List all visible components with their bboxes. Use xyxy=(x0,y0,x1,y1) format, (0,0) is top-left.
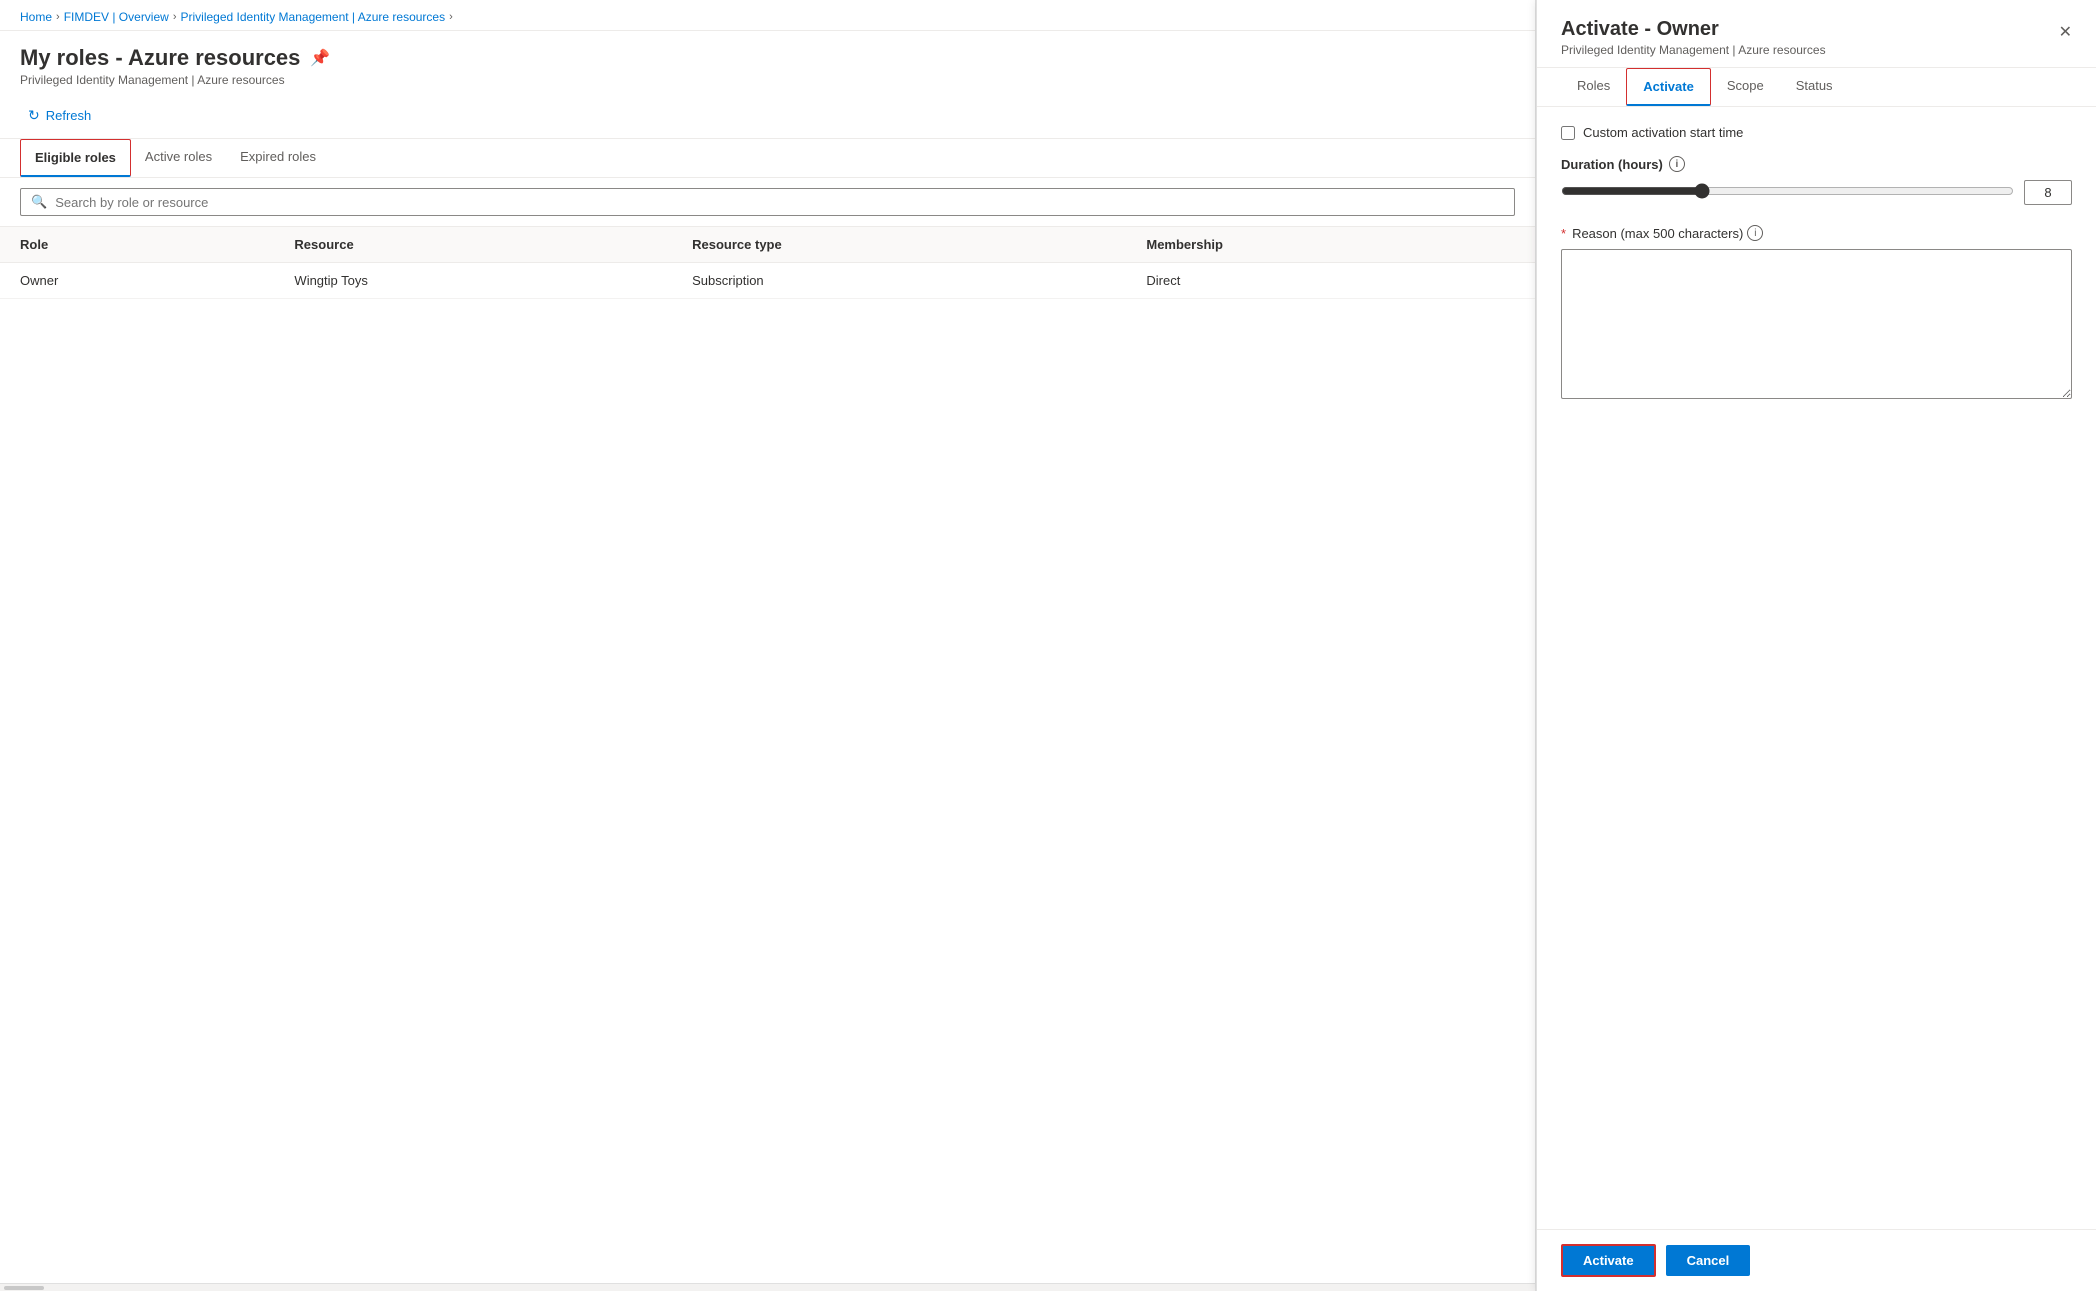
left-panel: Home › FIMDEV | Overview › Privileged Id… xyxy=(0,0,1536,1291)
cell-resource: Wingtip Toys xyxy=(274,263,672,299)
panel-header: Activate - Owner Privileged Identity Man… xyxy=(1537,0,2096,68)
custom-activation-row: Custom activation start time xyxy=(1561,125,2072,140)
breadcrumb-sep-2: › xyxy=(173,11,177,23)
cell-membership: Direct xyxy=(1126,263,1535,299)
panel-title: Activate - Owner xyxy=(1561,18,1826,41)
custom-activation-checkbox[interactable] xyxy=(1561,126,1575,140)
toolbar: ↻ Refresh xyxy=(0,97,1535,139)
reason-label: * Reason (max 500 characters) i xyxy=(1561,225,2072,241)
col-resource-type: Resource type xyxy=(672,227,1126,263)
col-resource: Resource xyxy=(274,227,672,263)
tab-eligible-roles[interactable]: Eligible roles xyxy=(20,139,131,177)
table-header-row: Role Resource Resource type Membership xyxy=(0,227,1535,263)
breadcrumb-home[interactable]: Home xyxy=(20,10,52,24)
panel-content: Custom activation start time Duration (h… xyxy=(1537,107,2096,1229)
scrollbar[interactable] xyxy=(0,1283,1535,1291)
page-title-text: My roles - Azure resources xyxy=(20,45,300,71)
roles-table: Role Resource Resource type Membership O… xyxy=(0,227,1535,299)
col-role: Role xyxy=(0,227,274,263)
duration-label-text: Duration (hours) xyxy=(1561,157,1663,172)
panel-footer: Activate Cancel xyxy=(1537,1229,2096,1291)
breadcrumb: Home › FIMDEV | Overview › Privileged Id… xyxy=(0,0,1535,31)
breadcrumb-sep-1: › xyxy=(56,11,60,23)
breadcrumb-fimdev[interactable]: FIMDEV | Overview xyxy=(64,10,169,24)
cell-resource-type: Subscription xyxy=(672,263,1126,299)
required-star: * xyxy=(1561,226,1566,241)
cell-role: Owner xyxy=(0,263,274,299)
search-bar: 🔍 xyxy=(0,178,1535,227)
refresh-icon: ↻ xyxy=(28,107,40,124)
panel-subtitle: Privileged Identity Management | Azure r… xyxy=(1561,43,1826,57)
tab-active-roles[interactable]: Active roles xyxy=(131,139,226,177)
duration-slider-row: 8 xyxy=(1561,180,2072,205)
scroll-thumb xyxy=(4,1286,44,1290)
activate-button[interactable]: Activate xyxy=(1561,1244,1656,1277)
table-row[interactable]: Owner Wingtip Toys Subscription Direct xyxy=(0,263,1535,299)
refresh-button[interactable]: ↻ Refresh xyxy=(20,103,99,128)
panel-tab-roles[interactable]: Roles xyxy=(1561,68,1626,106)
page-header: My roles - Azure resources 📌 Privileged … xyxy=(0,31,1535,97)
panel-tab-bar: Roles Activate Scope Status xyxy=(1537,68,2096,107)
tab-expired-roles[interactable]: Expired roles xyxy=(226,139,330,177)
duration-field-label: Duration (hours) i xyxy=(1561,156,2072,172)
col-membership: Membership xyxy=(1126,227,1535,263)
panel-tab-status[interactable]: Status xyxy=(1780,68,1849,106)
right-panel: Activate - Owner Privileged Identity Man… xyxy=(1536,0,2096,1291)
pin-icon[interactable]: 📌 xyxy=(310,48,330,68)
duration-slider[interactable] xyxy=(1561,183,2014,199)
tab-bar: Eligible roles Active roles Expired role… xyxy=(0,139,1535,178)
search-input[interactable] xyxy=(55,195,1504,210)
close-button[interactable]: ✕ xyxy=(2055,18,2076,46)
reason-textarea[interactable] xyxy=(1561,249,2072,399)
panel-tab-scope[interactable]: Scope xyxy=(1711,68,1780,106)
duration-info-icon[interactable]: i xyxy=(1669,156,1685,172)
refresh-label: Refresh xyxy=(46,108,92,123)
page-subtitle: Privileged Identity Management | Azure r… xyxy=(20,73,1515,87)
duration-slider-wrap xyxy=(1561,183,2014,202)
panel-tab-activate[interactable]: Activate xyxy=(1626,68,1711,106)
custom-activation-label[interactable]: Custom activation start time xyxy=(1583,125,1743,140)
breadcrumb-sep-3: › xyxy=(449,11,453,23)
roles-table-container: Role Resource Resource type Membership O… xyxy=(0,227,1535,1283)
search-icon: 🔍 xyxy=(31,194,47,210)
reason-label-text: Reason (max 500 characters) xyxy=(1572,226,1743,241)
duration-value-input[interactable]: 8 xyxy=(2024,180,2072,205)
reason-info-icon[interactable]: i xyxy=(1747,225,1763,241)
breadcrumb-pim[interactable]: Privileged Identity Management | Azure r… xyxy=(181,10,446,24)
cancel-button[interactable]: Cancel xyxy=(1666,1245,1751,1276)
